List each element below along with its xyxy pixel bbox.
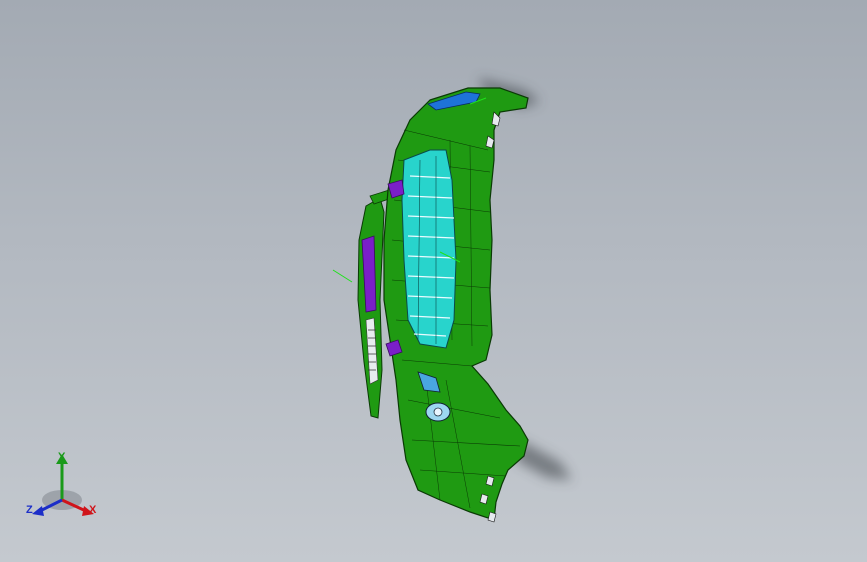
x-axis-label: X xyxy=(89,504,97,516)
orientation-triad: Y Z X xyxy=(22,446,106,526)
bumper-body xyxy=(383,87,529,523)
y-axis-label: Y xyxy=(58,451,66,463)
graphics-viewport[interactable]: Y Z X xyxy=(0,0,867,562)
z-axis-label: Z xyxy=(26,504,33,516)
bumper-model[interactable] xyxy=(0,0,867,562)
